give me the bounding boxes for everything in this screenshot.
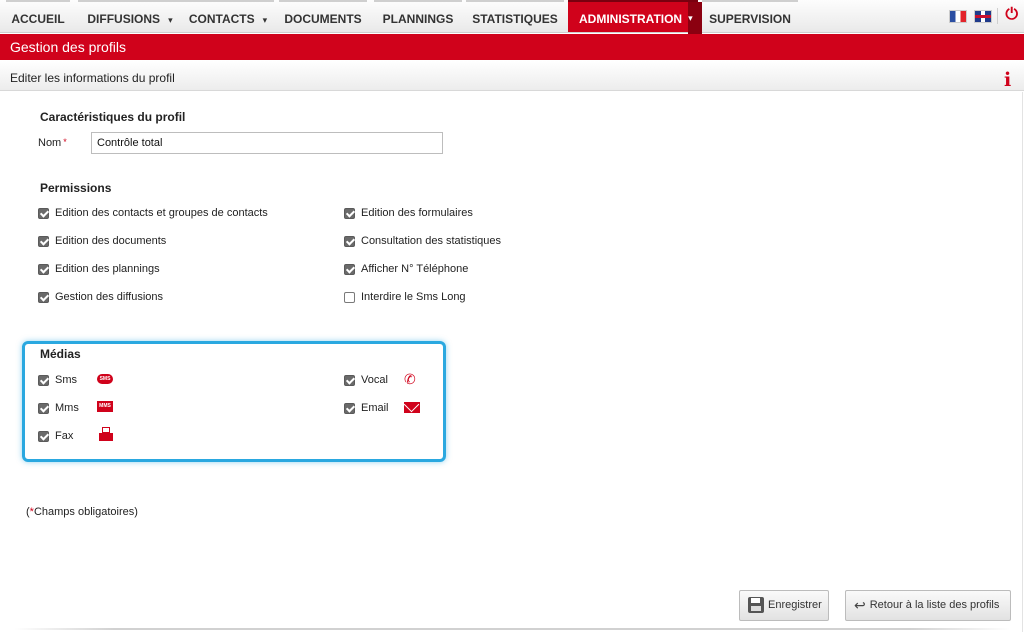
back-to-list-button[interactable]: ↩ Retour à la liste des profils — [845, 590, 1011, 621]
checkbox-media-mms[interactable] — [38, 403, 49, 414]
email-icon — [404, 402, 420, 413]
flag-uk-icon[interactable] — [974, 10, 992, 23]
required-mark: * — [63, 137, 67, 147]
profile-section-title: Caractéristiques du profil — [40, 110, 186, 124]
tab-label: DIFFUSIONS — [87, 12, 161, 26]
tab-label: CONTACTS — [188, 12, 255, 26]
name-label: Nom * — [38, 137, 67, 149]
permissions-section-title: Permissions — [40, 181, 112, 195]
tab-statistiques[interactable]: STATISTIQUES — [466, 0, 564, 32]
tab-plannings[interactable]: PLANNINGS — [374, 0, 462, 32]
checkbox-media-fax[interactable] — [38, 431, 49, 442]
language-switcher — [945, 10, 992, 23]
checkbox-media-email[interactable] — [344, 403, 355, 414]
checkbox-label: Edition des documents — [55, 235, 167, 247]
checkbox-label: Gestion des diffusions — [55, 291, 164, 303]
tab-label: PLANNINGS — [382, 12, 454, 26]
checkbox-edit-plannings[interactable] — [38, 264, 49, 275]
page-title: Gestion des profils — [0, 34, 1024, 60]
chevron-down-icon[interactable]: ▾ — [688, 2, 703, 34]
checkbox-label: Edition des formulaires — [361, 207, 473, 219]
sms-icon: SMS — [97, 374, 113, 384]
checkbox-label: Interdire le Sms Long — [361, 291, 466, 303]
chevron-down-icon[interactable]: ▾ — [168, 15, 173, 25]
floppy-disk-icon — [748, 597, 764, 614]
tab-supervision[interactable]: SUPERVISION — [702, 0, 798, 32]
back-button-label: Retour à la liste des profils — [869, 599, 1000, 611]
divider — [997, 8, 998, 24]
save-button[interactable]: Enregistrer — [739, 590, 829, 621]
tab-label: ACCUEIL — [11, 12, 65, 26]
chevron-down-icon[interactable]: ▾ — [263, 15, 268, 25]
tab-administration[interactable]: ADMINISTRATION ▾ — [568, 0, 703, 34]
section-subtitle: Editer les informations du profil — [0, 61, 1024, 91]
tab-label: SUPERVISION — [709, 12, 791, 26]
checkbox-label: Edition des plannings — [55, 263, 160, 275]
flag-fr-icon[interactable] — [948, 10, 967, 23]
tab-diffusions[interactable]: DIFFUSIONS ▾ — [78, 0, 182, 32]
checkbox-label: Mms — [55, 402, 79, 414]
save-button-label: Enregistrer — [768, 599, 822, 611]
name-label-text: Nom — [38, 137, 62, 149]
tab-label: ADMINISTRATION — [579, 12, 683, 26]
media-section-title: Médias — [40, 347, 81, 361]
mandatory-fields-note: (*Champs obligatoires) — [26, 506, 138, 518]
checkbox-label: Fax — [55, 430, 74, 442]
checkbox-forbid-long-sms[interactable] — [344, 292, 355, 303]
name-field[interactable] — [91, 132, 443, 154]
checkbox-manage-broadcasts[interactable] — [38, 292, 49, 303]
checkbox-edit-documents[interactable] — [38, 236, 49, 247]
reply-arrow-icon: ↩ — [854, 597, 866, 614]
checkbox-label: Sms — [55, 374, 77, 386]
mms-icon: MMS — [97, 401, 113, 412]
checkbox-label: Afficher N° Téléphone — [361, 263, 469, 275]
checkbox-show-phone[interactable] — [344, 264, 355, 275]
checkbox-label: Edition des contacts et groupes de conta… — [55, 207, 268, 219]
bottom-shadow — [14, 628, 1010, 630]
checkbox-media-vocal[interactable] — [344, 375, 355, 386]
fax-icon — [99, 427, 113, 441]
info-icon[interactable]: i — [1004, 71, 1012, 90]
checkbox-label: Consultation des statistiques — [361, 235, 502, 247]
top-nav: ACCUEIL DIFFUSIONS ▾ CONTACTS ▾ DOCUMENTS … — [0, 0, 1024, 34]
tab-label: STATISTIQUES — [472, 12, 558, 26]
power-icon[interactable]: ⏻ — [1005, 6, 1018, 24]
tab-label: DOCUMENTS — [284, 12, 362, 26]
phone-icon: ✆ — [404, 371, 416, 387]
mandatory-text: Champs obligatoires) — [33, 506, 138, 518]
checkbox-media-sms[interactable] — [38, 375, 49, 386]
tab-contacts[interactable]: CONTACTS ▾ — [182, 0, 274, 32]
tab-documents[interactable]: DOCUMENTS — [279, 0, 367, 32]
checkbox-edit-contacts[interactable] — [38, 208, 49, 219]
checkbox-edit-forms[interactable] — [344, 208, 355, 219]
tab-accueil[interactable]: ACCUEIL — [6, 0, 70, 32]
checkbox-label: Email — [361, 402, 389, 414]
checkbox-view-statistics[interactable] — [344, 236, 355, 247]
checkbox-label: Vocal — [361, 374, 388, 386]
